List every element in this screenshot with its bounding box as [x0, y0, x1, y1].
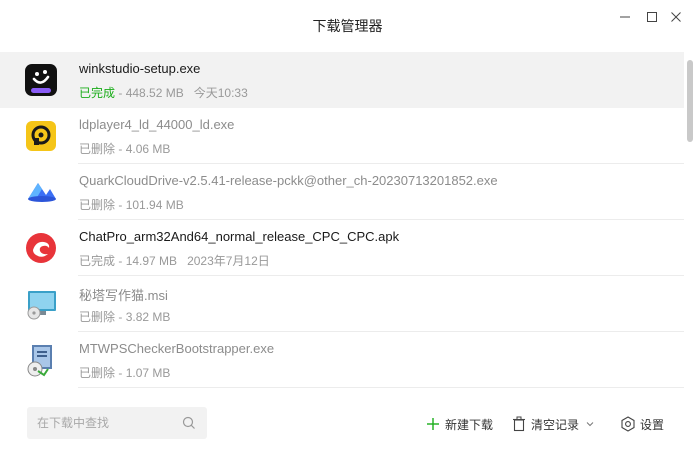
close-icon — [671, 12, 681, 22]
trash-icon — [511, 416, 527, 432]
ldplayer-icon — [24, 119, 58, 153]
file-size: 4.06 MB — [125, 142, 171, 156]
file-meta: 已删除 - 1.07 MB — [79, 364, 170, 381]
bottom-toolbar: 新建下载 清空记录 设置 — [0, 388, 695, 449]
download-item[interactable]: QuarkCloudDrive-v2.5.41-release-pckk@oth… — [0, 164, 684, 220]
separator: - — [115, 86, 126, 100]
msi-installer-icon — [24, 287, 58, 321]
maximize-button[interactable] — [641, 8, 663, 26]
download-time: 今天10:33 — [193, 86, 248, 100]
download-item[interactable]: 秘塔写作猫.msi 已删除 - 3.82 MB — [0, 276, 684, 332]
file-meta: 已删除 - 101.94 MB — [79, 196, 184, 213]
search-icon[interactable] — [181, 415, 197, 431]
clear-records-label: 清空记录 — [531, 417, 580, 432]
file-name[interactable]: 秘塔写作猫.msi — [79, 285, 168, 304]
file-size: 1.07 MB — [125, 366, 171, 380]
file-name[interactable]: ChatPro_arm32And64_normal_release_CPC_CP… — [79, 229, 399, 244]
clear-records-button[interactable]: 清空记录 — [511, 414, 595, 434]
file-size: 101.94 MB — [125, 198, 184, 212]
file-name[interactable]: MTWPSCheckerBootstrapper.exe — [79, 341, 274, 356]
file-name[interactable]: QuarkCloudDrive-v2.5.41-release-pckk@oth… — [79, 173, 498, 188]
download-item[interactable]: winkstudio-setup.exe 已完成 - 448.52 MB 今天10… — [0, 52, 684, 108]
search-box[interactable] — [27, 407, 207, 439]
download-time: 2023年7月12日 — [187, 254, 270, 268]
file-name[interactable]: winkstudio-setup.exe — [79, 61, 200, 76]
minimize-icon — [620, 16, 630, 18]
separator: - — [115, 310, 126, 324]
separator: - — [115, 366, 126, 380]
file-meta: 已删除 - 3.82 MB — [79, 308, 170, 325]
separator: - — [115, 142, 126, 156]
plus-icon — [425, 416, 441, 432]
winkstudio-icon — [24, 63, 58, 97]
new-download-label: 新建下载 — [445, 417, 494, 432]
status-label: 已删除 — [79, 366, 116, 380]
file-size: 448.52 MB — [125, 86, 184, 100]
gear-icon — [620, 416, 636, 432]
download-item[interactable]: ChatPro_arm32And64_normal_release_CPC_CP… — [0, 220, 684, 276]
status-label: 已完成 — [79, 86, 116, 100]
new-download-button[interactable]: 新建下载 — [425, 414, 493, 434]
close-button[interactable] — [665, 8, 687, 26]
download-item[interactable]: MTWPSCheckerBootstrapper.exe 已删除 - 1.07 … — [0, 332, 684, 388]
minimize-button[interactable] — [614, 8, 636, 26]
file-meta: 已完成 - 448.52 MB 今天10:33 — [79, 84, 248, 101]
status-label: 已删除 — [79, 142, 116, 156]
file-name[interactable]: ldplayer4_ld_44000_ld.exe — [79, 117, 234, 132]
maximize-icon — [647, 12, 657, 22]
file-meta: 已删除 - 4.06 MB — [79, 140, 170, 157]
chatpro-icon — [24, 231, 58, 265]
separator: - — [115, 254, 126, 268]
file-size: 14.97 MB — [125, 254, 178, 268]
status-label: 已删除 — [79, 198, 116, 212]
search-input[interactable] — [27, 407, 177, 439]
settings-label: 设置 — [640, 417, 665, 432]
chevron-down-icon[interactable] — [585, 419, 595, 429]
download-item[interactable]: ldplayer4_ld_44000_ld.exe 已删除 - 4.06 MB — [0, 108, 684, 164]
file-meta: 已完成 - 14.97 MB 2023年7月12日 — [79, 252, 270, 269]
scrollbar[interactable] — [685, 52, 695, 388]
scrollbar-thumb[interactable] — [687, 60, 693, 142]
status-label: 已完成 — [79, 254, 116, 268]
title-bar: 下载管理器 — [0, 0, 695, 52]
window-title: 下载管理器 — [312, 18, 383, 34]
download-list: winkstudio-setup.exe 已完成 - 448.52 MB 今天10… — [0, 52, 684, 388]
quark-cloud-icon — [24, 175, 58, 209]
installer-exe-icon — [24, 343, 58, 377]
settings-button[interactable]: 设置 — [620, 414, 664, 434]
file-size: 3.82 MB — [125, 310, 171, 324]
status-label: 已删除 — [79, 310, 116, 324]
separator: - — [115, 198, 126, 212]
